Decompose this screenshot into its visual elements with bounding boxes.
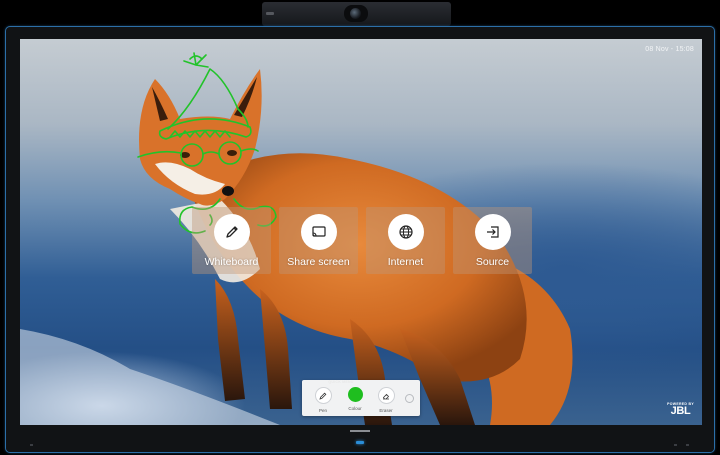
display-screen[interactable]: 08 Nov - 15:08 Whiteboard Share screen I… <box>20 39 702 425</box>
whiteboard-tile[interactable]: Whiteboard <box>192 207 271 274</box>
globe-icon <box>387 214 424 250</box>
camera-lens <box>344 5 368 22</box>
eraser-tool-button[interactable]: Eraser <box>376 387 396 413</box>
chin-sensor-right <box>674 444 677 446</box>
pen-label: Pen <box>318 408 327 413</box>
internet-label: Internet <box>387 256 424 268</box>
internet-tile[interactable]: Internet <box>366 207 445 274</box>
bezel-brand-mark <box>350 430 370 432</box>
display-chin <box>6 425 714 452</box>
jbl-logo: JBL <box>670 405 691 417</box>
share-screen-label: Share screen <box>287 256 350 268</box>
pen-icon <box>314 387 332 404</box>
camera-brand-mark <box>266 12 274 15</box>
source-label: Source <box>475 256 510 268</box>
whiteboard-label: Whiteboard <box>204 256 259 268</box>
colour-label: Colour <box>348 406 362 411</box>
fox-wallpaper <box>20 52 573 425</box>
quick-menu-settings-icon[interactable] <box>405 394 414 403</box>
colour-swatch <box>347 387 363 402</box>
colour-tool-button[interactable]: Colour <box>345 387 365 411</box>
eraser-icon <box>377 387 395 404</box>
share-screen-tile[interactable]: Share screen <box>279 207 358 274</box>
quick-menu-panel: Pen Colour Eraser <box>302 380 420 416</box>
power-indicator-led[interactable] <box>356 441 364 444</box>
quick-menu-caption: QUICK MENU <box>328 380 354 384</box>
camera-bar <box>262 2 451 26</box>
chin-sensor-left <box>30 444 33 446</box>
cast-icon <box>300 214 337 250</box>
input-source-icon <box>474 214 511 250</box>
date-time-display: 08 Nov - 15:08 <box>645 46 694 53</box>
jbl-badge: POWERED BY JBL <box>667 402 694 417</box>
chin-sensor-right-2 <box>686 444 689 446</box>
eraser-label: Eraser <box>379 408 393 413</box>
pen-tool-button[interactable]: Pen <box>313 387 333 413</box>
source-tile[interactable]: Source <box>453 207 532 274</box>
pencil-icon <box>213 214 250 250</box>
